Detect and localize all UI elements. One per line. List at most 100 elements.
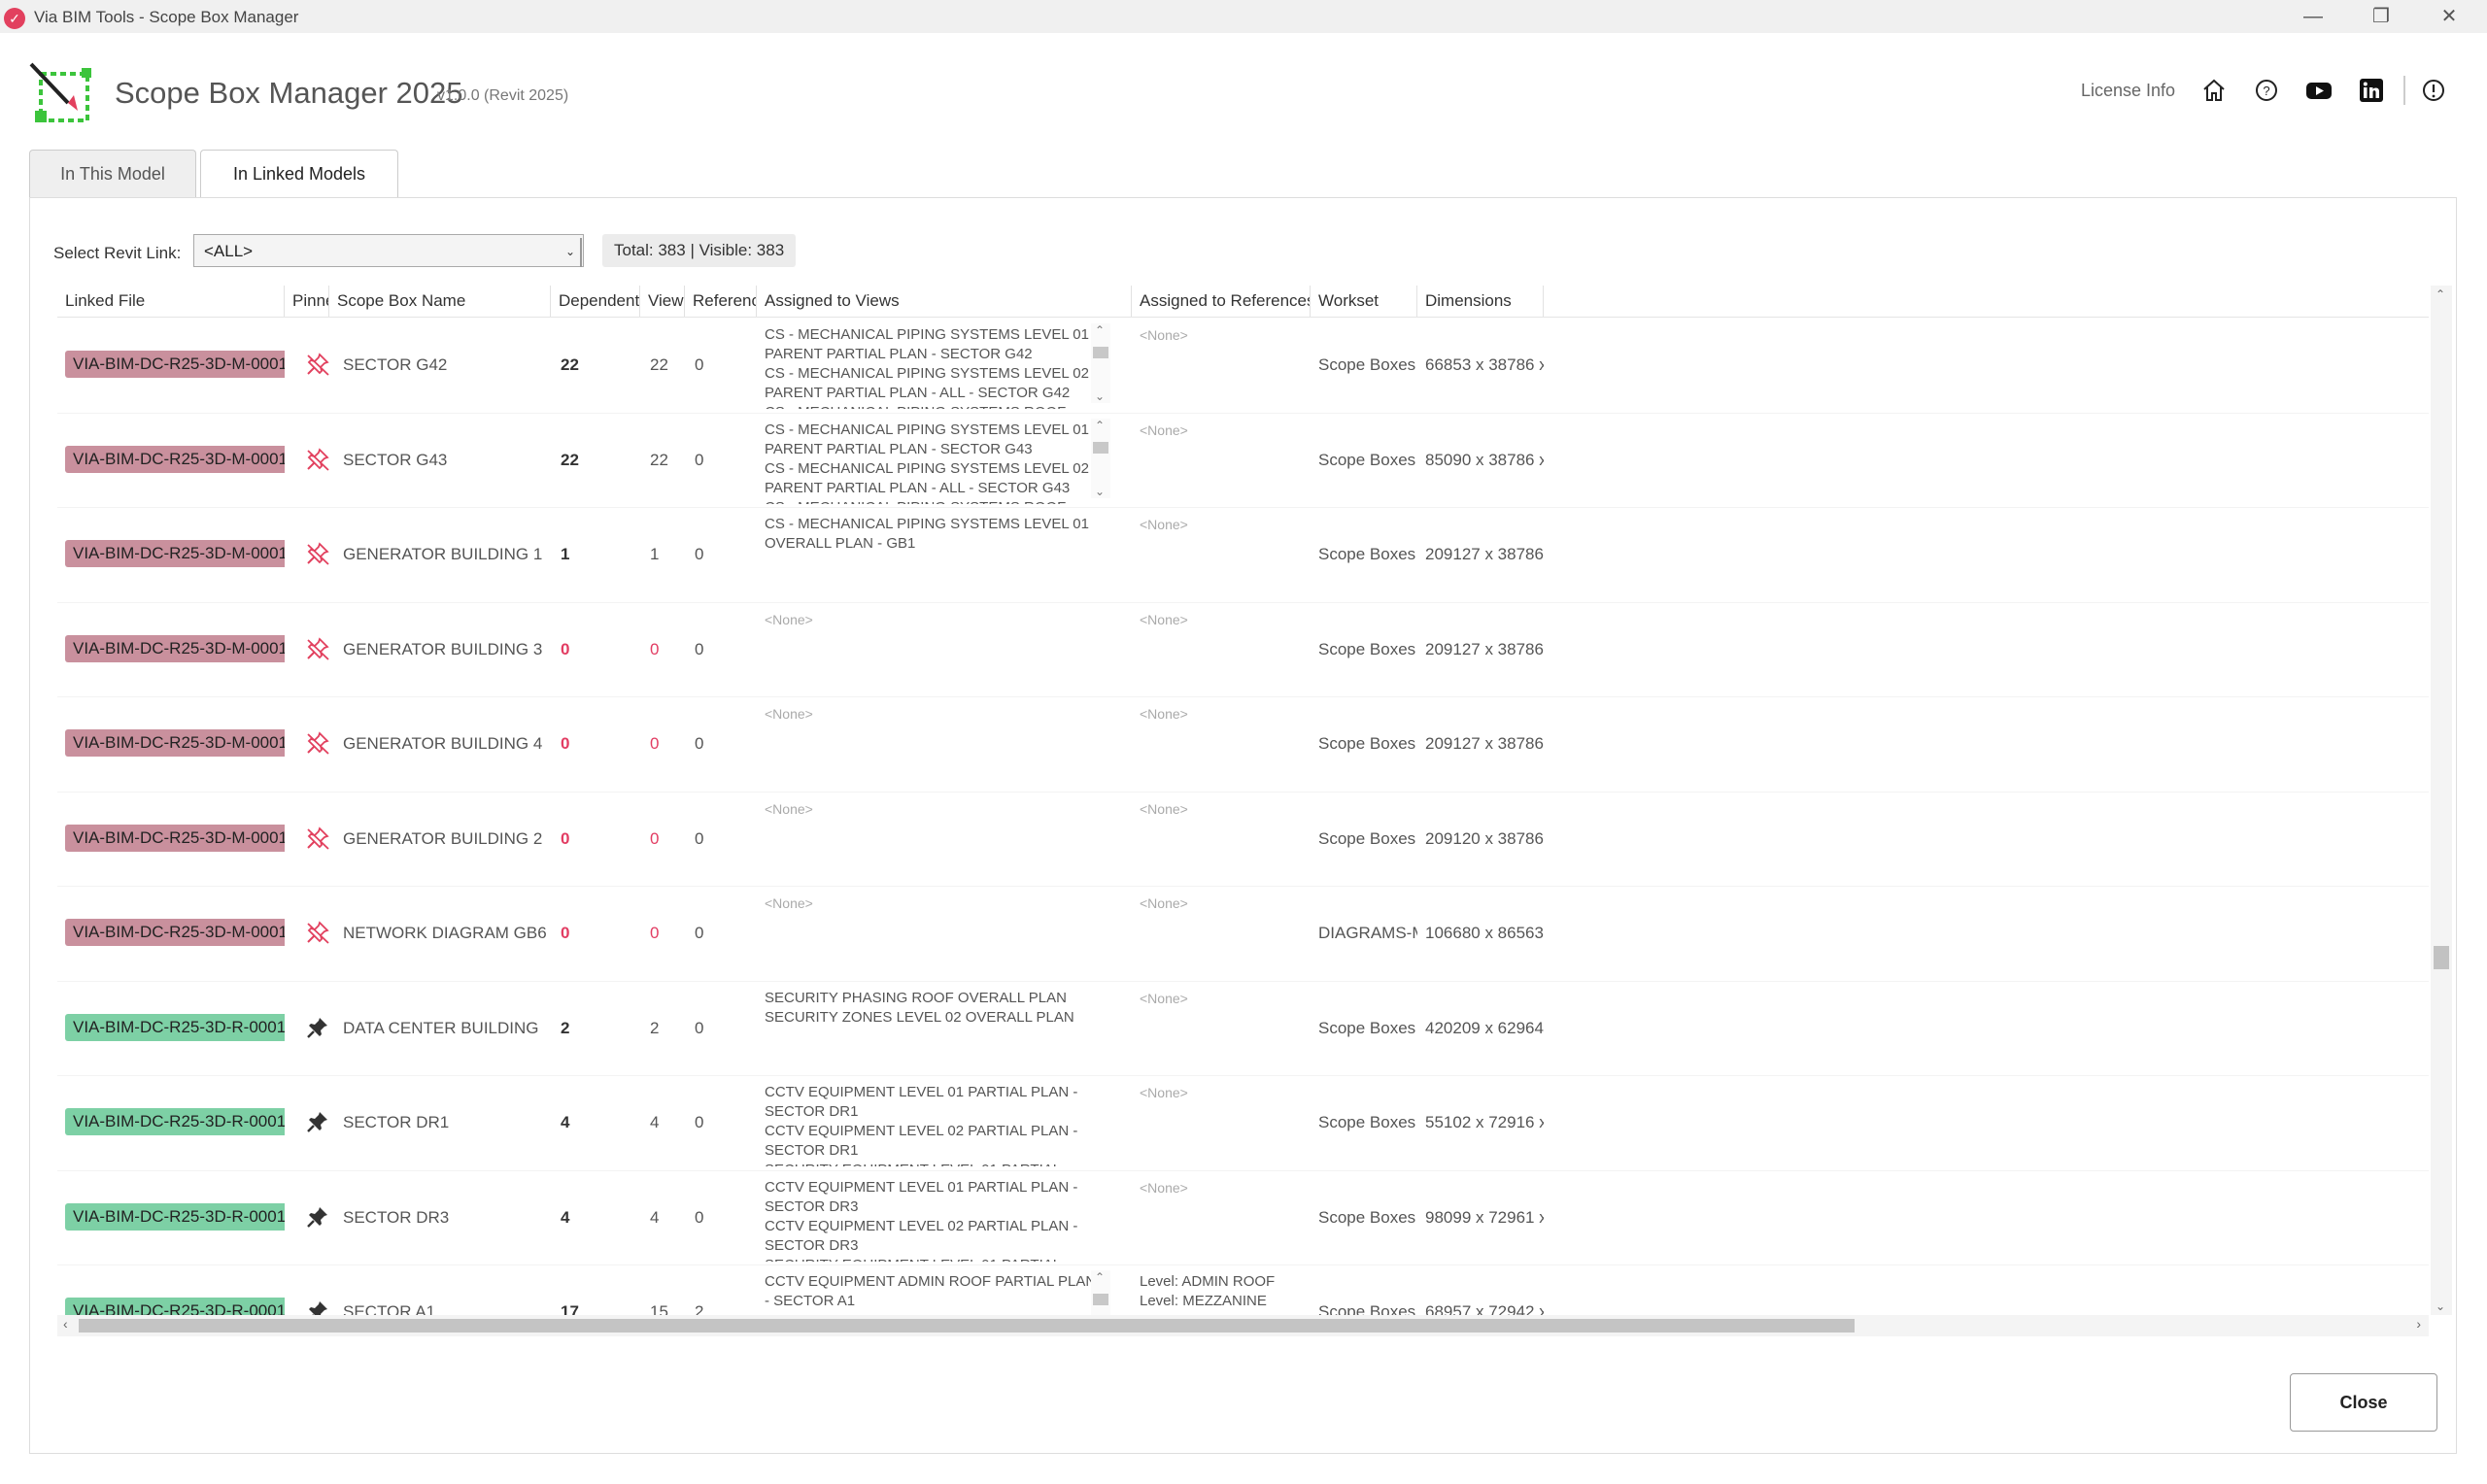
pinned-cell[interactable] xyxy=(285,318,329,412)
linkedin-icon[interactable] xyxy=(2357,76,2386,105)
license-info-link[interactable]: License Info xyxy=(2081,81,2175,101)
assigned-view-item: CS - MECHANICAL PIPING SYSTEMS ROOF PARE… xyxy=(765,403,1100,409)
table-row[interactable]: VIA-BIM-DC-R25-3D-M-0001 SECTOR G42 22 22 0 C… xyxy=(57,318,2429,414)
chevron-down-icon[interactable]: ⌄ xyxy=(1095,485,1105,498)
views-list-scrollbar[interactable]: ⌃⌄ xyxy=(1091,1270,1110,1315)
table-row[interactable]: VIA-BIM-DC-R25-3D-R-0001 DATA CENTER BUIL… xyxy=(57,981,2429,1076)
vertical-scroll-thumb[interactable] xyxy=(2434,946,2449,969)
unpinned-icon[interactable] xyxy=(304,540,329,567)
table-row[interactable]: VIA-BIM-DC-R25-3D-M-0001 NETWORK DIAGRAM … xyxy=(57,886,2429,982)
assigned-views-list[interactable]: CCTV EQUIPMENT LEVEL 01 PARTIAL PLAN - S… xyxy=(757,1075,1132,1169)
column-header-workset[interactable]: Workset xyxy=(1311,286,1417,317)
assigned-views-list[interactable]: SECURITY PHASING ROOF OVERALL PLAN SECURI… xyxy=(757,981,1132,1075)
assigned-views-list[interactable]: CS - MECHANICAL PIPING SYSTEMS LEVEL 01 … xyxy=(757,507,1132,601)
unpinned-icon[interactable] xyxy=(304,635,329,662)
pinned-cell[interactable] xyxy=(285,981,329,1075)
linked-file-cell: VIA-BIM-DC-R25-3D-R-0001 xyxy=(57,1265,285,1315)
assigned-views-list[interactable]: <None> xyxy=(757,792,1132,886)
scope-box-name: SECTOR DR1 xyxy=(343,1113,450,1131)
minimize-button[interactable]: — xyxy=(2289,2,2337,31)
unpinned-icon[interactable] xyxy=(304,446,329,473)
chevron-down-icon[interactable]: ⌄ xyxy=(1095,389,1105,403)
scroll-left-icon[interactable]: ‹ xyxy=(63,1316,68,1332)
pinned-cell[interactable] xyxy=(285,413,329,507)
views-list-scroll-thumb[interactable] xyxy=(1093,347,1108,358)
chevron-up-icon[interactable]: ⌃ xyxy=(1095,1270,1105,1284)
assigned-references-list: <None> xyxy=(1132,318,1311,412)
views-list-scroll-thumb[interactable] xyxy=(1093,441,1108,454)
pin-icon[interactable] xyxy=(304,1298,329,1315)
table-row[interactable]: VIA-BIM-DC-R25-3D-M-0001 GENERATOR BUILDI… xyxy=(57,507,2429,603)
unpinned-icon[interactable] xyxy=(304,919,329,946)
column-header-assigned-to-views[interactable]: Assigned to Views xyxy=(757,286,1132,317)
assigned-views-list[interactable]: <None> xyxy=(757,886,1132,980)
chevron-up-icon[interactable]: ⌃ xyxy=(1095,419,1105,432)
pin-icon[interactable] xyxy=(304,1203,329,1231)
chevron-up-icon[interactable]: ⌃ xyxy=(1095,323,1105,337)
unpinned-icon[interactable] xyxy=(304,825,329,852)
assigned-views-list[interactable]: CCTV EQUIPMENT ADMIN ROOF PARTIAL PLAN -… xyxy=(757,1265,1132,1315)
views-list-scrollbar[interactable]: ⌃⌄ xyxy=(1091,418,1110,498)
column-header-dependent-item[interactable]: Dependent Item: xyxy=(551,286,640,317)
table-row[interactable]: VIA-BIM-DC-R25-3D-M-0001 GENERATOR BUILDI… xyxy=(57,602,2429,697)
linked-file-chip: VIA-BIM-DC-R25-3D-R-0001 xyxy=(65,1298,285,1315)
pin-icon[interactable] xyxy=(304,1014,329,1041)
views-list-scrollbar[interactable]: ⌃⌄ xyxy=(1091,323,1110,403)
views-list-scroll-thumb[interactable] xyxy=(1093,1294,1108,1305)
close-window-button[interactable]: ✕ xyxy=(2425,2,2473,31)
assigned-views-list[interactable]: CS - MECHANICAL PIPING SYSTEMS LEVEL 01 … xyxy=(757,318,1132,412)
assigned-views-list[interactable]: CCTV EQUIPMENT LEVEL 01 PARTIAL PLAN - S… xyxy=(757,1170,1132,1265)
revit-link-select[interactable]: <ALL> ⌄ xyxy=(193,234,584,267)
assigned-references-list: <None> xyxy=(1132,602,1311,696)
assigned-views-list[interactable]: CS - MECHANICAL PIPING SYSTEMS LEVEL 01 … xyxy=(757,413,1132,507)
pinned-cell[interactable] xyxy=(285,792,329,886)
youtube-icon[interactable] xyxy=(2304,76,2334,105)
horizontal-scroll-thumb[interactable] xyxy=(79,1319,1855,1332)
column-header-dimensions[interactable]: Dimensions xyxy=(1417,286,1544,317)
pinned-cell[interactable] xyxy=(285,602,329,696)
assigned-views-text: CCTV EQUIPMENT LEVEL 01 PARTIAL PLAN - S… xyxy=(765,1178,1100,1262)
pinned-cell[interactable] xyxy=(285,1265,329,1315)
column-header-scope-box-name[interactable]: Scope Box Name xyxy=(329,286,551,317)
table-row[interactable]: VIA-BIM-DC-R25-3D-M-0001 GENERATOR BUILDI… xyxy=(57,696,2429,793)
table-row[interactable]: VIA-BIM-DC-R25-3D-R-0001 SECTOR DR1 4 4 0 CCT… xyxy=(57,1075,2429,1171)
pinned-cell[interactable] xyxy=(285,696,329,791)
help-icon[interactable]: ? xyxy=(2252,76,2281,105)
pin-icon[interactable] xyxy=(304,1108,329,1135)
info-icon[interactable] xyxy=(2419,76,2448,105)
table-row[interactable]: VIA-BIM-DC-R25-3D-R-0001 SECTOR A1 17 15 2 CC… xyxy=(57,1265,2429,1315)
scroll-right-icon[interactable]: › xyxy=(2416,1316,2421,1332)
table-row[interactable]: VIA-BIM-DC-R25-3D-R-0001 SECTOR DR3 4 4 0 CCT… xyxy=(57,1170,2429,1265)
app-icon: ✓ xyxy=(4,8,25,29)
linked-file-chip: VIA-BIM-DC-R25-3D-M-0001 xyxy=(65,824,285,852)
references-count: 0 xyxy=(695,1207,704,1227)
column-header-pinned[interactable]: Pinned xyxy=(285,286,329,317)
references-count: 0 xyxy=(695,1018,704,1037)
pinned-cell[interactable] xyxy=(285,507,329,601)
unpinned-icon[interactable] xyxy=(304,729,329,757)
table-row[interactable]: VIA-BIM-DC-R25-3D-M-0001 SECTOR G43 22 22 0 C… xyxy=(57,413,2429,508)
scroll-up-icon[interactable]: ⌃ xyxy=(2436,287,2445,301)
column-header-references[interactable]: References xyxy=(685,286,757,317)
unpinned-icon[interactable] xyxy=(304,351,329,378)
linked-file-chip: VIA-BIM-DC-R25-3D-R-0001 xyxy=(65,1202,285,1231)
table-row[interactable]: VIA-BIM-DC-R25-3D-M-0001 GENERATOR BUILDI… xyxy=(57,792,2429,887)
column-header-linked-file[interactable]: Linked File xyxy=(57,286,285,317)
tab-in-linked-models[interactable]: In Linked Models xyxy=(200,150,398,199)
pinned-cell[interactable] xyxy=(285,1075,329,1169)
horizontal-scrollbar[interactable]: ‹ › xyxy=(57,1315,2429,1336)
home-icon[interactable] xyxy=(2199,76,2229,105)
column-header-assigned-to-references[interactable]: Assigned to References xyxy=(1132,286,1311,317)
vertical-scrollbar[interactable]: ⌃ ⌄ xyxy=(2431,286,2452,1315)
assigned-view-item: <None> xyxy=(765,611,813,627)
tab-in-this-model[interactable]: In This Model xyxy=(29,150,196,197)
column-header-views[interactable]: Views xyxy=(640,286,685,317)
maximize-button[interactable]: ❐ xyxy=(2357,2,2405,31)
pinned-cell[interactable] xyxy=(285,1170,329,1265)
pinned-cell[interactable] xyxy=(285,886,329,980)
scroll-down-icon[interactable]: ⌄ xyxy=(2436,1299,2445,1313)
revit-link-selected-value: <ALL> xyxy=(204,242,254,260)
close-button[interactable]: Close xyxy=(2290,1373,2437,1432)
assigned-views-list[interactable]: <None> xyxy=(757,696,1132,791)
assigned-views-list[interactable]: <None> xyxy=(757,602,1132,696)
